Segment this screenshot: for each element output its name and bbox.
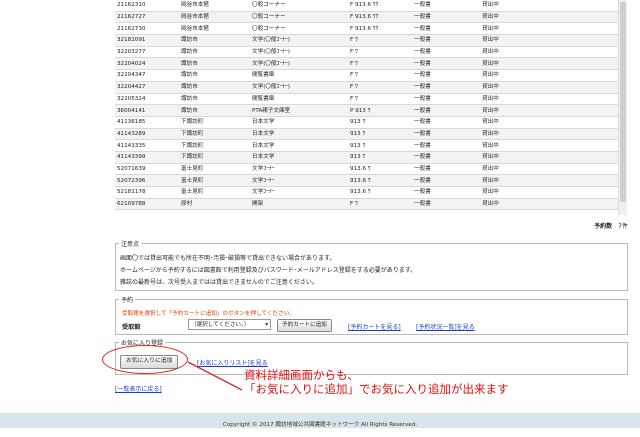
annotation-callout: 資料詳細画面からも、 「お気に入りに追加」でお気に入り追加が出来ます	[244, 368, 509, 396]
callout-arrow	[187, 361, 243, 391]
callout-line: 「お気に入りに追加」でお気に入り追加が出来ます	[244, 382, 509, 396]
copyright-text: Copyright © 2017 諏訪地域公共図書館ネットワーク All Rig…	[222, 422, 418, 428]
callout-line: 資料詳細画面からも、	[244, 368, 359, 382]
footer: Copyright © 2017 諏訪地域公共図書館ネットワーク All Rig…	[0, 413, 640, 428]
